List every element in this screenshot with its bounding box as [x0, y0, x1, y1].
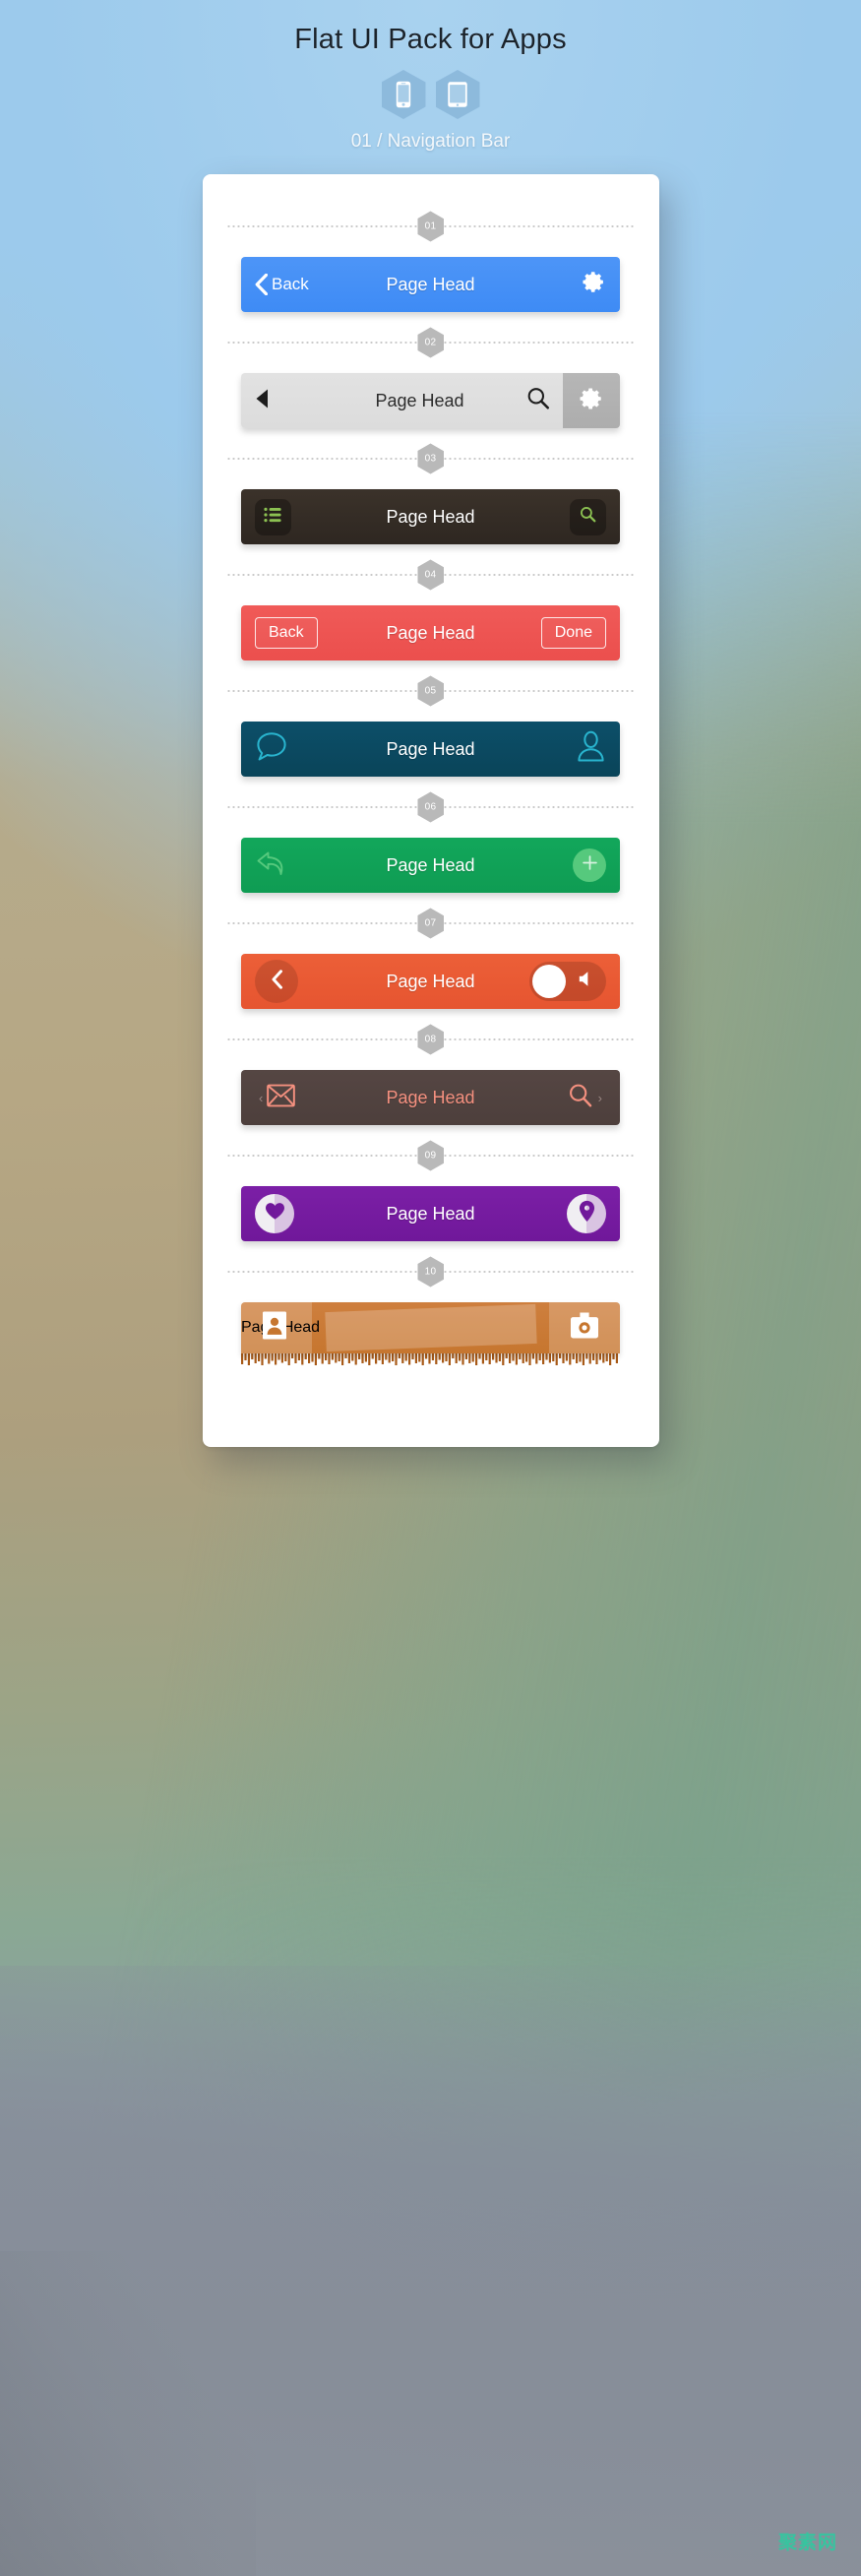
list-icon — [264, 507, 282, 528]
nav-bar-03[interactable]: Page Head — [241, 489, 620, 544]
speaker-icon — [578, 971, 595, 993]
nav-bar-09-left — [241, 1186, 328, 1241]
divider-06: 06 — [203, 777, 659, 838]
chevron-left-small-icon[interactable]: ‹ — [259, 1091, 263, 1105]
chevron-right-small-icon[interactable]: › — [598, 1091, 602, 1105]
page-subtitle: 01 / Navigation Bar — [350, 131, 511, 152]
search-icon[interactable] — [525, 386, 551, 416]
nav-bar-10-wrapper: Page Head — [241, 1302, 620, 1366]
divider-index-badge: 10 — [417, 1256, 444, 1288]
icon-shade — [586, 1194, 606, 1233]
nav-bar-07-right — [529, 954, 620, 1009]
back-button-label: Back — [272, 275, 309, 293]
back-button[interactable] — [255, 960, 298, 1003]
nav-bar-06-left — [241, 838, 328, 893]
nav-bar-08-right: › — [529, 1070, 620, 1125]
camera-icon[interactable] — [571, 1312, 598, 1344]
nav-bar-06[interactable]: Page Head — [241, 838, 620, 893]
user-icon[interactable] — [576, 730, 606, 768]
nav-bar-02-left — [241, 373, 328, 428]
nav-bar-07[interactable]: Page Head — [241, 954, 620, 1009]
divider-index-badge: 07 — [417, 908, 444, 939]
contact-card-icon[interactable] — [263, 1311, 286, 1345]
divider-10: 10 — [203, 1241, 659, 1302]
divider-04: 04 — [203, 544, 659, 605]
gear-icon — [579, 386, 604, 416]
nav-bar-09[interactable]: Page Head — [241, 1186, 620, 1241]
gear-icon[interactable] — [582, 270, 606, 299]
background-corner-shadow — [0, 2251, 256, 2576]
divider-09: 09 — [203, 1125, 659, 1186]
divider-07: 07 — [203, 893, 659, 954]
back-button[interactable]: Back — [255, 274, 309, 295]
divider-index-badge: 04 — [417, 559, 444, 591]
divider-05: 05 — [203, 660, 659, 722]
divider-index-badge: 01 — [417, 211, 444, 242]
device-badges — [0, 70, 861, 119]
divider-03: 03 — [203, 428, 659, 489]
envelope-icon[interactable] — [267, 1084, 296, 1112]
title-ribbon — [324, 1303, 537, 1352]
tablet-icon — [435, 70, 480, 119]
page-header: Flat UI Pack for Apps 01 / Navigation Ba… — [0, 0, 861, 153]
nav-bar-03-left — [241, 489, 328, 544]
divider-index-badge: 08 — [417, 1024, 444, 1055]
chevron-left-icon — [271, 969, 283, 994]
divider-index-badge: 09 — [417, 1140, 444, 1171]
location-button[interactable] — [567, 1194, 606, 1233]
chat-bubble-icon[interactable] — [255, 730, 289, 768]
divider-index-badge: 03 — [417, 443, 444, 474]
nav-bar-01-right — [529, 257, 620, 312]
nav-bar-01-left: Back — [241, 257, 328, 312]
divider-index-badge: 02 — [417, 327, 444, 358]
toggle-knob — [532, 965, 566, 998]
back-button[interactable]: Back — [255, 617, 318, 649]
nav-bar-08[interactable]: ‹ Page Head › — [241, 1070, 620, 1125]
divider-08: 08 — [203, 1009, 659, 1070]
nav-bar-04[interactable]: Back Page Head Done — [241, 605, 620, 660]
triangle-left-icon[interactable] — [255, 388, 269, 414]
nav-bar-04-left: Back — [241, 605, 328, 660]
reply-arrow-icon[interactable] — [255, 848, 288, 883]
divider-index-badge: 05 — [417, 675, 444, 707]
nav-bar-02[interactable]: Page Head — [241, 373, 620, 428]
divider-02: 02 — [203, 312, 659, 373]
divider-index-badge: 06 — [417, 791, 444, 823]
nav-bar-03-right — [529, 489, 620, 544]
nav-bar-05-right — [529, 722, 620, 777]
nav-bar-07-left — [241, 954, 328, 1009]
favorite-button[interactable] — [255, 1194, 294, 1233]
nav-bar-08-left: ‹ — [241, 1070, 328, 1125]
site-watermark: 聚素网 — [777, 2532, 837, 2553]
phone-icon — [381, 70, 426, 119]
chevron-left-icon — [255, 274, 268, 295]
settings-button[interactable] — [563, 373, 620, 428]
navigation-bar-showcase-card: 01 Back Page Head 02 Page Head 03 Page H… — [202, 174, 659, 1447]
sound-toggle[interactable] — [529, 962, 606, 1001]
page-title: Flat UI Pack for Apps — [294, 24, 567, 55]
nav-bar-05[interactable]: Page Head — [241, 722, 620, 777]
nav-bar-09-right — [529, 1186, 620, 1241]
search-icon — [579, 505, 597, 529]
nav-bar-10[interactable]: Page Head — [241, 1302, 620, 1353]
icon-shade — [275, 1194, 294, 1233]
search-icon[interactable] — [567, 1082, 594, 1114]
add-button[interactable] — [573, 848, 606, 882]
divider-01: 01 — [203, 196, 659, 257]
nav-bar-01[interactable]: Back Page Head — [241, 257, 620, 312]
plus-icon — [582, 854, 598, 876]
nav-bar-05-left — [241, 722, 328, 777]
search-button[interactable] — [570, 498, 606, 535]
done-button[interactable]: Done — [540, 617, 606, 649]
nav-bar-04-right: Done — [529, 605, 620, 660]
nav-bar-06-right — [529, 838, 620, 893]
menu-button[interactable] — [255, 498, 291, 535]
torn-paper-edge — [241, 1353, 618, 1365]
